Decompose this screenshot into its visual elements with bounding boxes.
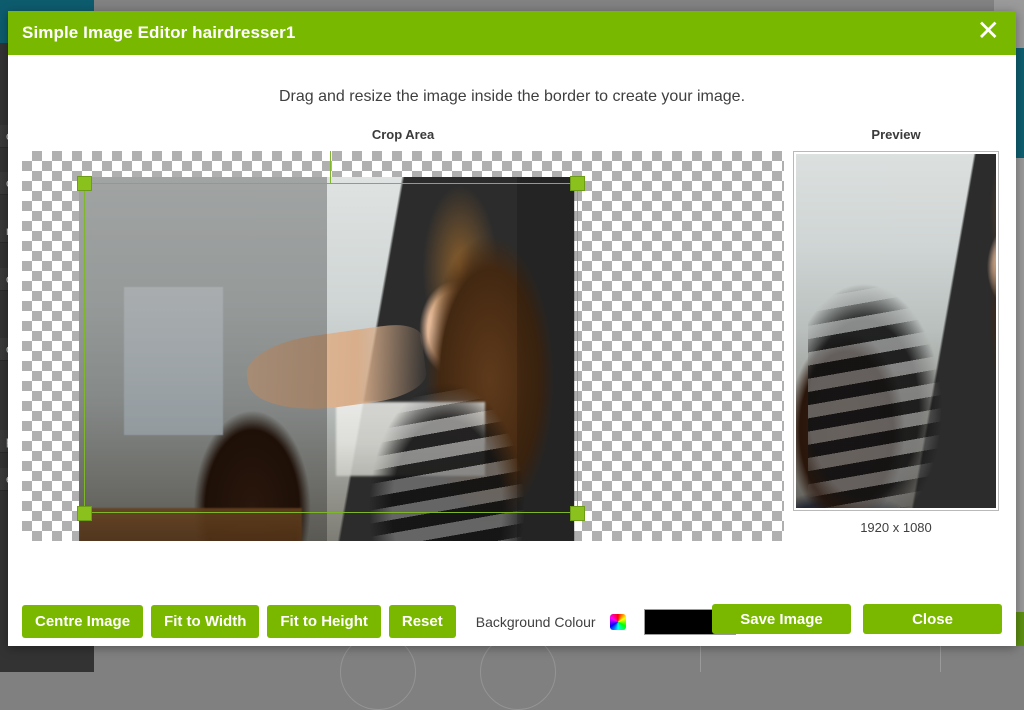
crop-handle-bottom-left[interactable] <box>77 506 92 521</box>
preview-striped-shirt <box>808 260 948 508</box>
crop-handle-top-right[interactable] <box>570 176 585 191</box>
crop-area-column: Crop Area <box>22 127 784 541</box>
preview-frame <box>793 151 999 511</box>
background-divider <box>700 646 701 672</box>
close-button[interactable]: Close <box>863 604 1002 634</box>
crop-guideline <box>330 151 331 184</box>
close-icon[interactable]: ✕ <box>975 17 1002 49</box>
modal-header: Simple Image Editor hairdresser1 ✕ <box>8 11 1016 55</box>
reset-button[interactable]: Reset <box>388 605 456 639</box>
preview-image <box>796 154 996 508</box>
centre-image-button[interactable]: Centre Image <box>22 605 144 639</box>
fit-to-height-button[interactable]: Fit to Height <box>267 605 381 639</box>
modal-body: Drag and resize the image inside the bor… <box>8 55 1016 646</box>
background-bottom-dark <box>0 646 94 672</box>
image-editor-modal: Simple Image Editor hairdresser1 ✕ Drag … <box>8 11 1016 646</box>
preview-column: Preview 1920 x 1080 <box>790 127 1002 535</box>
modal-footer: Save Image Close <box>712 604 1002 634</box>
colour-wheel-icon[interactable] <box>609 613 626 630</box>
background-colour-label: Background Colour <box>475 613 596 630</box>
save-image-button[interactable]: Save Image <box>712 604 851 634</box>
crop-handle-top-left[interactable] <box>77 176 92 191</box>
crop-area-label: Crop Area <box>371 127 435 142</box>
photo-poster <box>123 287 223 435</box>
crop-canvas[interactable] <box>22 151 784 541</box>
crop-source-image[interactable] <box>79 177 574 541</box>
fit-to-width-button[interactable]: Fit to Width <box>151 605 260 639</box>
modal-title: Simple Image Editor hairdresser1 <box>22 23 296 42</box>
crop-handle-bottom-right[interactable] <box>570 506 585 521</box>
background-divider <box>940 646 941 672</box>
editor-toolbar: Centre Image Fit to Width Fit to Height … <box>22 605 736 639</box>
instruction-text: Drag and resize the image inside the bor… <box>278 88 746 105</box>
photo-counter <box>79 508 302 541</box>
preview-dimensions: 1920 x 1080 <box>860 520 932 535</box>
preview-label: Preview <box>871 127 921 142</box>
